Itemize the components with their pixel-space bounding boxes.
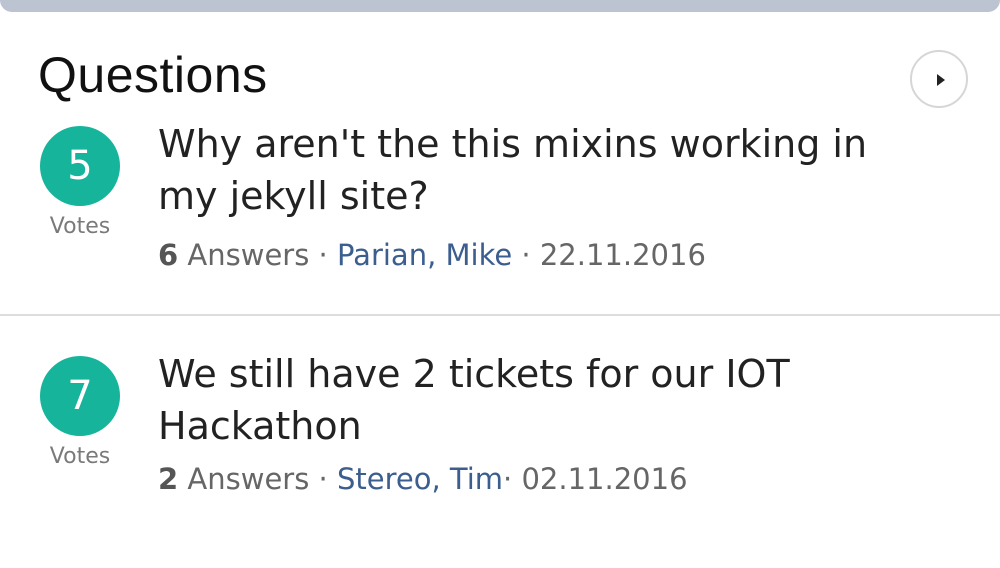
next-button[interactable] <box>910 50 968 108</box>
meta-separator: · <box>512 238 540 272</box>
meta-separator: · <box>503 462 522 496</box>
question-date: 02.11.2016 <box>521 462 688 496</box>
question-title[interactable]: We still have 2 tickets for our IOT Hack… <box>158 348 918 452</box>
votes-label: Votes <box>49 444 111 469</box>
votes-badge: 5 <box>40 126 120 206</box>
question-meta: 6 Answers · Parian, Mike · 22.11.2016 <box>158 238 706 272</box>
top-bar <box>0 0 1000 12</box>
question-date: 22.11.2016 <box>539 238 706 272</box>
votes-label: Votes <box>49 214 111 239</box>
author-link[interactable]: Stereo, Tim <box>337 462 503 496</box>
question-meta: 2 Answers · Stereo, Tim· 02.11.2016 <box>158 462 688 496</box>
answers-count: 6 <box>158 238 179 272</box>
meta-separator: · <box>309 238 337 272</box>
question-title[interactable]: Why aren't the this mixins working in my… <box>158 118 918 222</box>
answers-label: Answers <box>187 238 310 272</box>
answers-label: Answers <box>187 462 310 496</box>
question-item[interactable]: 5 Votes Why aren't the this mixins worki… <box>0 118 1000 316</box>
chevron-right-icon <box>937 74 945 86</box>
answers-count: 2 <box>158 462 179 496</box>
votes-badge: 7 <box>40 356 120 436</box>
meta-separator: · <box>309 462 337 496</box>
page-title: Questions <box>38 47 268 103</box>
question-item[interactable]: 7 Votes We still have 2 tickets for our … <box>0 348 1000 548</box>
author-link[interactable]: Parian, Mike <box>337 238 512 272</box>
